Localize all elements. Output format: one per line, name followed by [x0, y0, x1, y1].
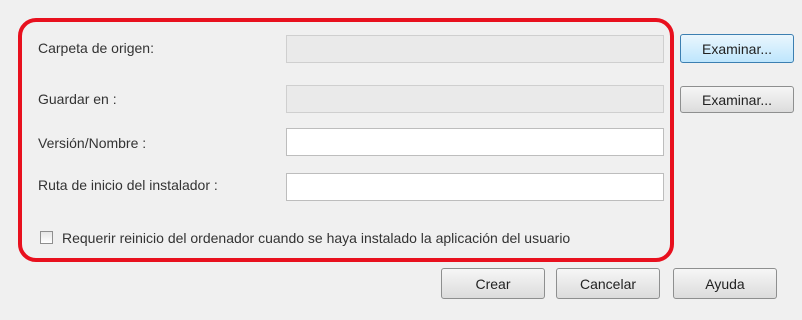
source-folder-label: Carpeta de origen: — [38, 40, 154, 56]
installer-path-input[interactable] — [286, 173, 664, 201]
browse-source-button[interactable]: Examinar... — [680, 34, 794, 63]
version-name-input[interactable] — [286, 128, 664, 156]
browse-save-button[interactable]: Examinar... — [680, 86, 794, 113]
create-installer-dialog: Carpeta de origen: Examinar... Guardar e… — [0, 0, 802, 320]
restart-checkbox-label[interactable]: Requerir reinicio del ordenador cuando s… — [62, 230, 570, 246]
restart-checkbox[interactable] — [40, 231, 53, 244]
save-to-input[interactable] — [286, 85, 664, 113]
cancel-button[interactable]: Cancelar — [556, 268, 660, 299]
source-folder-input[interactable] — [286, 35, 664, 63]
help-button[interactable]: Ayuda — [673, 268, 777, 299]
create-button[interactable]: Crear — [441, 268, 545, 299]
installer-path-label: Ruta de inicio del instalador : — [38, 177, 218, 193]
version-name-label: Versión/Nombre : — [38, 135, 147, 151]
save-to-label: Guardar en : — [38, 91, 117, 107]
